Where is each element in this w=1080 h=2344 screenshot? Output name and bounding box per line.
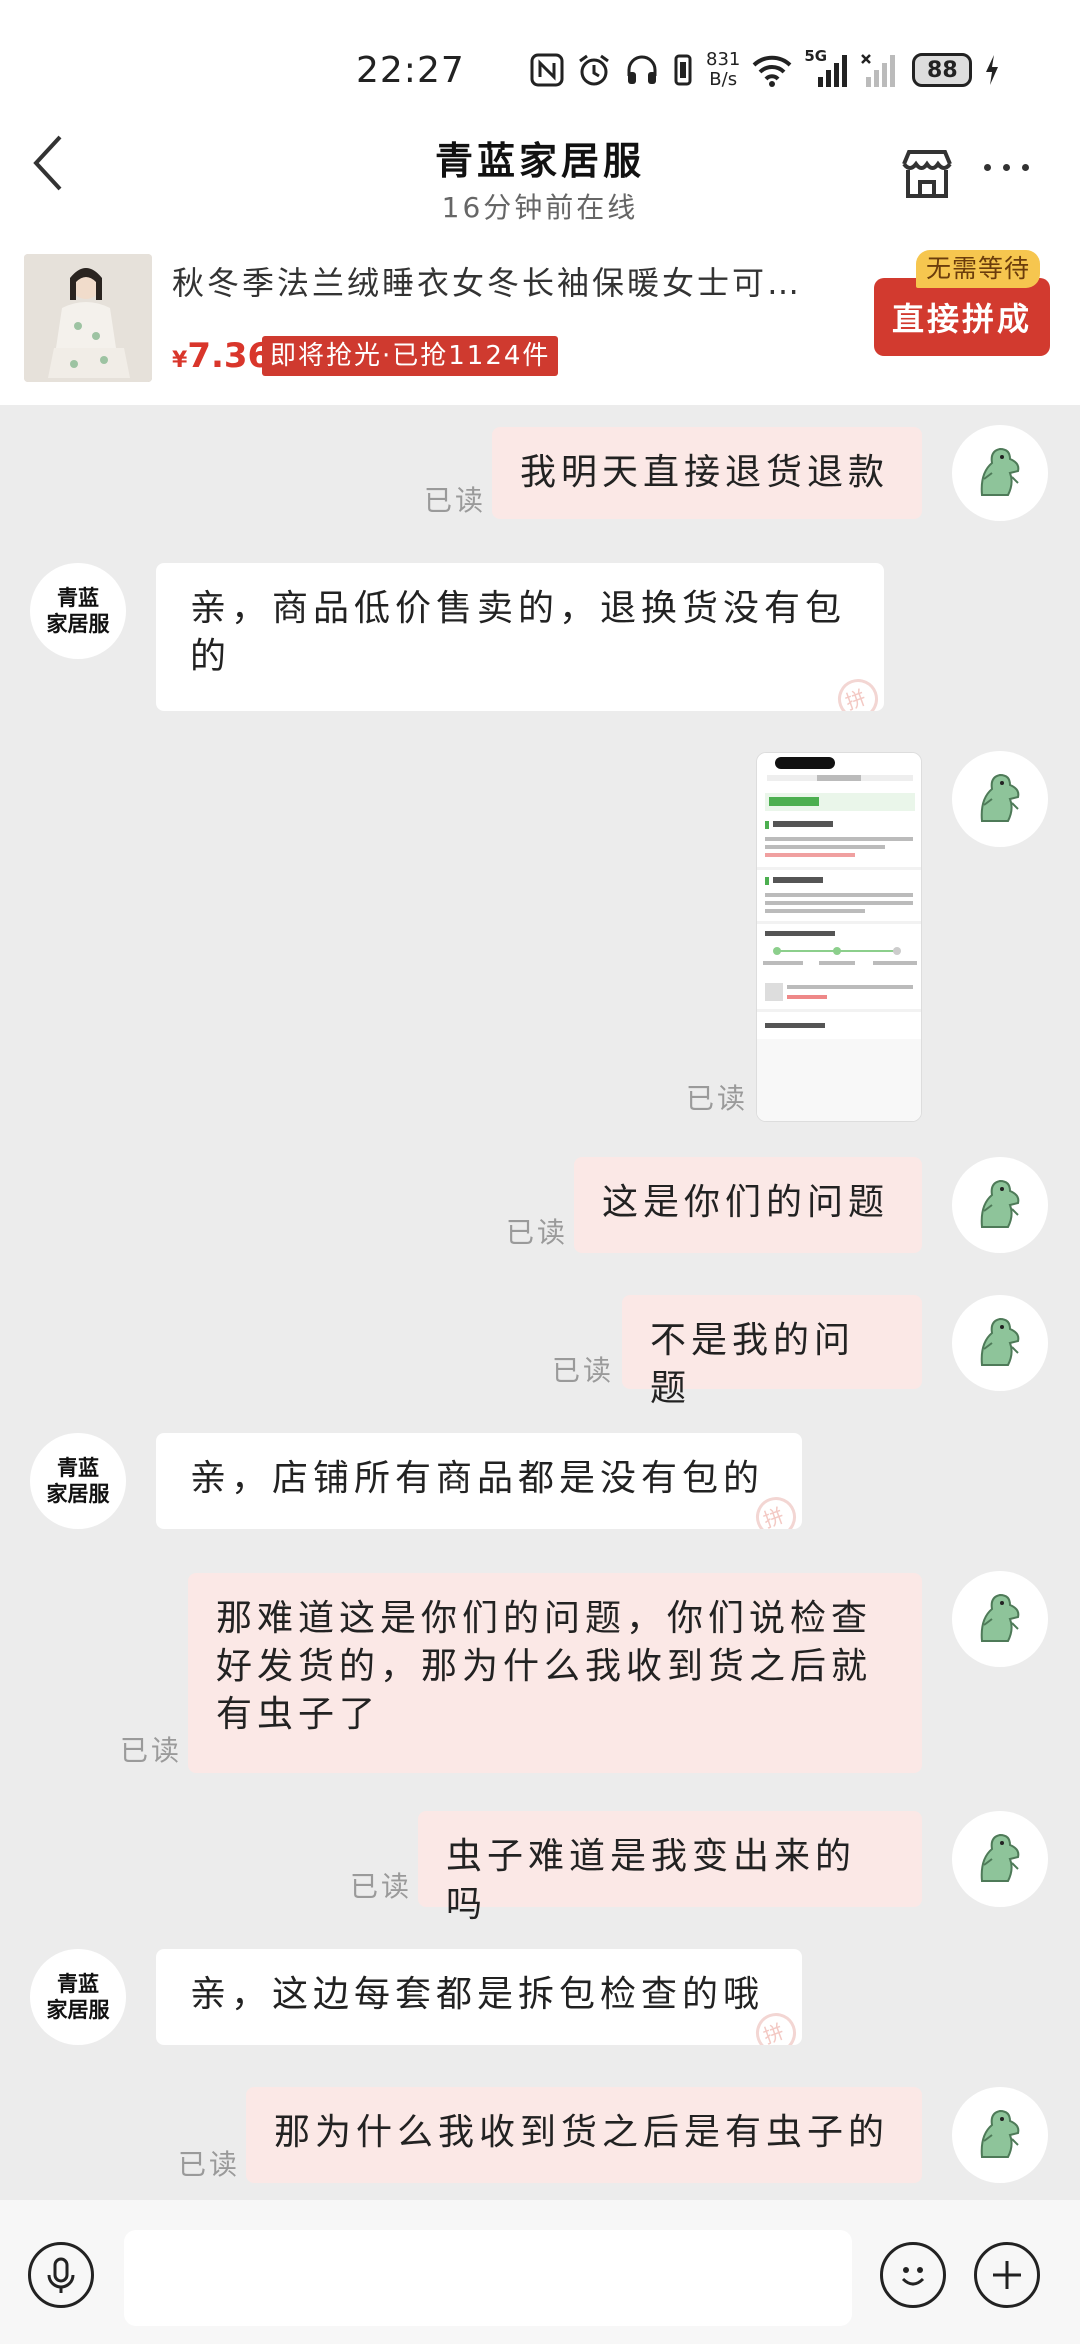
stamp-icon: 拼	[750, 2007, 802, 2045]
dinosaur-icon	[980, 2109, 1020, 2158]
plus-icon	[993, 2261, 1021, 2289]
wifi-icon	[752, 53, 792, 87]
shop-avatar-line2: 家居服	[46, 1482, 110, 1506]
signal-icon: 5G	[804, 47, 848, 87]
message-bubble-outgoing[interactable]: 那难道这是你们的问题，你们说检查好发货的，那为什么我收到货之后就有虫子了	[188, 1573, 922, 1773]
direct-group-buy-button[interactable]: 直接拼成	[874, 278, 1050, 356]
user-avatar[interactable]	[952, 1157, 1048, 1253]
message-text: 亲，商品低价售卖的，退换货没有包的	[190, 588, 847, 677]
user-avatar[interactable]	[952, 1571, 1048, 1667]
network-type: 5G	[804, 47, 828, 65]
shop-avatar-line2: 家居服	[46, 612, 110, 636]
plus-button[interactable]	[974, 2242, 1040, 2308]
price-symbol: ¥	[172, 348, 188, 373]
shop-avatar-line1: 青蓝	[57, 1456, 99, 1480]
message-text: 亲，店铺所有商品都是没有包的	[190, 1458, 765, 1499]
message-bubble-outgoing[interactable]: 虫子难道是我变出来的吗	[418, 1811, 922, 1925]
read-receipt: 已读	[178, 2148, 241, 2181]
sales-tag: 即将抢光·已抢1124件	[262, 336, 559, 376]
price-value: 7.36	[187, 336, 272, 376]
read-receipt: 已读	[552, 1354, 615, 1387]
user-avatar[interactable]	[952, 425, 1048, 521]
read-receipt: 已读	[506, 1216, 569, 1249]
message-bubble-outgoing[interactable]: 那为什么我收到货之后是有虫子的	[246, 2087, 922, 2183]
net-speed-unit: B/s	[709, 69, 738, 90]
shop-avatar[interactable]: 青蓝 家居服	[30, 1433, 126, 1529]
alarm-icon	[576, 52, 612, 88]
store-icon	[898, 150, 956, 206]
stamp-icon: 拼	[750, 1491, 802, 1529]
more-icon-dot	[1022, 164, 1029, 171]
message-input[interactable]	[124, 2230, 852, 2326]
dinosaur-icon	[980, 1593, 1020, 1642]
shop-avatar-line1: 青蓝	[57, 586, 99, 610]
shop-avatar-line1: 青蓝	[57, 1972, 99, 1996]
dinosaur-icon	[980, 1179, 1020, 1228]
more-icon-dot	[984, 164, 991, 171]
product-price: ¥7.36	[172, 336, 271, 376]
vibrate-icon	[672, 52, 694, 88]
read-receipt: 已读	[350, 1870, 413, 1903]
read-receipt: 已读	[120, 1734, 183, 1767]
more-icon-dot	[1003, 164, 1010, 171]
input-bar	[0, 2200, 1080, 2344]
more-button[interactable]	[984, 164, 1029, 171]
read-receipt: 已读	[424, 484, 487, 517]
voice-button[interactable]	[28, 2242, 94, 2308]
read-receipt: 已读	[686, 1082, 749, 1115]
headphones-icon	[624, 52, 660, 88]
store-button[interactable]	[898, 144, 956, 206]
status-bar: 22:27 831 B/s 5G 88	[0, 0, 1080, 130]
product-card[interactable]: 秋冬季法兰绒睡衣女冬长袖保暖女士可… ¥7.36 即将抢光·已抢1124件 直接…	[0, 240, 1080, 405]
net-speed: 831 B/s	[706, 50, 740, 90]
product-title[interactable]: 秋冬季法兰绒睡衣女冬长袖保暖女士可…	[172, 258, 832, 304]
user-avatar[interactable]	[952, 1811, 1048, 1907]
dinosaur-icon	[980, 1317, 1020, 1366]
message-bubble-outgoing[interactable]: 这是你们的问题	[574, 1157, 922, 1253]
message-bubble-outgoing[interactable]: 我明天直接退货退款	[492, 427, 922, 519]
image-message[interactable]	[756, 752, 922, 1122]
message-bubble-outgoing[interactable]: 不是我的问题	[622, 1295, 922, 1409]
status-time: 22:27	[356, 50, 465, 91]
chat-list[interactable]: 已读 我明天直接退货退款 青蓝 家居服 亲，商品低价售卖的，退换货没有包的 拼 …	[0, 405, 1080, 2200]
shop-avatar-line2: 家居服	[46, 1998, 110, 2022]
nfc-icon	[530, 53, 564, 87]
emoji-button[interactable]	[880, 2242, 946, 2308]
microphone-icon	[47, 2257, 75, 2293]
dinosaur-icon	[980, 1833, 1020, 1882]
emoji-icon	[901, 2267, 925, 2286]
no-wait-badge: 无需等待	[916, 250, 1041, 288]
no-signal-icon	[860, 53, 900, 87]
net-speed-value: 831	[706, 49, 741, 70]
user-avatar[interactable]	[952, 2087, 1048, 2183]
message-bubble-incoming[interactable]: 亲，这边每套都是拆包检查的哦 拼	[156, 1949, 802, 2045]
message-bubble-incoming[interactable]: 亲，店铺所有商品都是没有包的 拼	[156, 1433, 802, 1529]
dinosaur-icon	[980, 773, 1020, 822]
message-bubble-incoming[interactable]: 亲，商品低价售卖的，退换货没有包的 拼	[156, 563, 884, 711]
battery-icon: 88	[912, 53, 973, 87]
chat-header: 青蓝家居服 16分钟前在线	[0, 130, 1080, 240]
stamp-icon: 拼	[832, 673, 884, 711]
user-avatar[interactable]	[952, 1295, 1048, 1391]
shop-avatar[interactable]: 青蓝 家居服	[30, 1949, 126, 2045]
product-image[interactable]	[24, 254, 152, 382]
status-icons: 831 B/s 5G 88	[530, 47, 1000, 92]
user-avatar[interactable]	[952, 751, 1048, 847]
charging-icon	[984, 53, 1000, 87]
shop-avatar[interactable]: 青蓝 家居服	[30, 563, 126, 659]
dinosaur-icon	[980, 447, 1020, 496]
message-text: 亲，这边每套都是拆包检查的哦	[190, 1974, 765, 2015]
